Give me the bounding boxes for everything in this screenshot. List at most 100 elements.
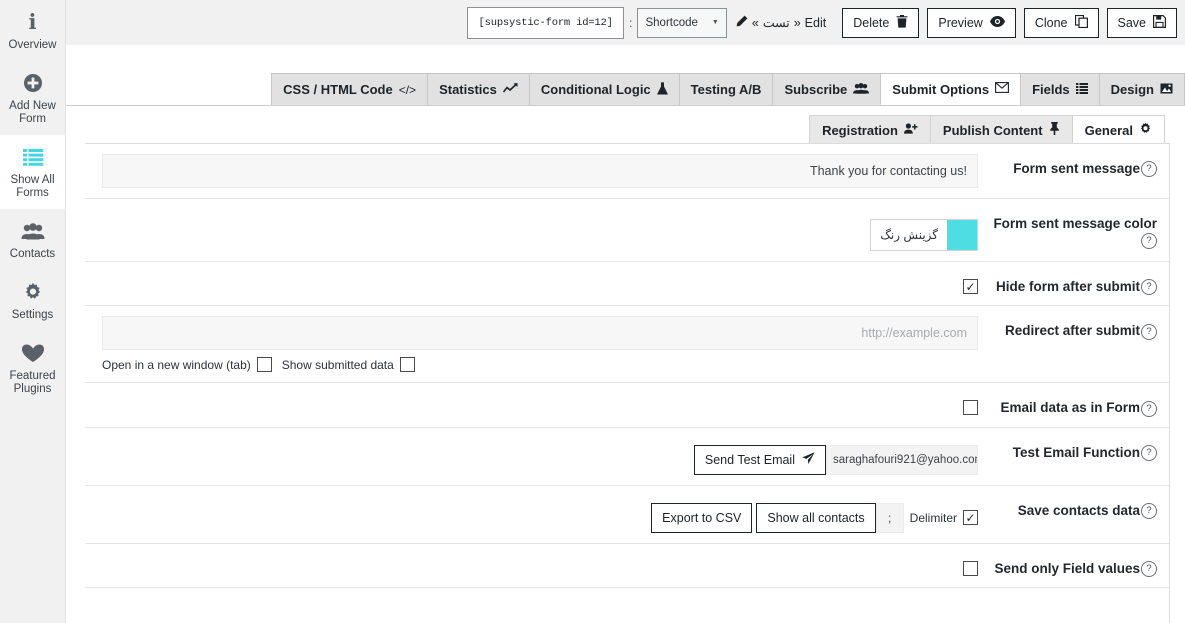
row-label-text: Form sent message color	[993, 216, 1157, 231]
option-open-new-window[interactable]: Open in a new window (tab)	[102, 357, 272, 373]
row-field: Export to CSV Show all contacts ; Delimi…	[85, 496, 984, 533]
row-field	[85, 554, 984, 576]
list-icon	[1075, 82, 1088, 97]
test-email-input[interactable]: saraghafouri921@yahoo.com	[826, 444, 978, 475]
show-submitted-data-checkbox[interactable]	[399, 357, 415, 373]
color-picker-button[interactable]: گزینش رنگ	[871, 220, 947, 250]
user-plus-icon	[903, 123, 918, 137]
tab-design[interactable]: Design	[1098, 73, 1185, 105]
tab-testing-ab[interactable]: Testing A/B	[678, 73, 774, 105]
help-icon[interactable]: ?	[1141, 561, 1157, 578]
list-icon	[22, 144, 43, 170]
tab-label: Testing A/B	[690, 82, 762, 97]
row-label-text: Save contacts data	[1017, 502, 1140, 518]
sidebar-item-overview[interactable]: ℹ Overview	[0, 0, 65, 61]
top-toolbar: [supsystic-form id=12] : Shortcode ▼ Edi…	[65, 0, 1185, 45]
tab-fields[interactable]: Fields	[1020, 73, 1100, 105]
tab-subscribe[interactable]: Subscribe	[772, 73, 882, 105]
clone-button-label: Clone	[1034, 15, 1068, 30]
gear-icon	[23, 279, 43, 305]
main-tabs: CSS / HTML Code </> Statistics Condition…	[65, 73, 1185, 106]
sidebar-item-label: Featured Plugins	[9, 370, 56, 395]
sidebar-item-settings[interactable]: Settings	[0, 270, 65, 331]
chevron-down-icon: ▼	[711, 19, 719, 26]
row-label-text: Send only Field values	[994, 560, 1140, 576]
sidebar-item-label: Add New Form	[9, 100, 56, 125]
clone-button[interactable]: Clone	[1023, 7, 1099, 38]
submit-options-panel: Form sent message? !Thank you for contac…	[85, 143, 1170, 623]
show-all-contacts-button[interactable]: Show all contacts	[756, 502, 876, 533]
help-icon[interactable]: ?	[1141, 503, 1157, 520]
redirect-sub-options: Open in a new window (tab) Show submitte…	[102, 357, 978, 373]
users-icon	[853, 82, 870, 97]
sidebar-item-add-new-form[interactable]: Add New Form	[0, 61, 65, 135]
quote-close: »	[751, 15, 759, 30]
tab-statistics[interactable]: Statistics	[427, 73, 530, 105]
sidebar-item-contacts[interactable]: Contacts	[0, 209, 65, 270]
send-icon	[802, 452, 815, 467]
subtab-label: Registration	[822, 122, 898, 138]
subtab-registration[interactable]: Registration	[809, 115, 931, 144]
row-label: Form sent message color?	[984, 209, 1169, 250]
tab-submit-options[interactable]: Submit Options	[880, 73, 1022, 105]
pencil-icon[interactable]	[735, 15, 748, 31]
delete-button[interactable]: Delete	[842, 7, 920, 38]
open-new-window-checkbox[interactable]	[256, 357, 272, 373]
help-icon[interactable]: ?	[1141, 323, 1157, 340]
tab-label: Submit Options	[892, 81, 990, 97]
help-icon[interactable]: ?	[1141, 279, 1157, 296]
shortcode-value[interactable]: [supsystic-form id=12]	[467, 6, 625, 39]
row-label-text: Hide form after submit	[995, 279, 1140, 294]
save-contacts-checkbox[interactable]: ✓	[963, 510, 978, 526]
email-data-as-in-form-checkbox[interactable]	[963, 400, 978, 416]
tab-label: Subscribe	[784, 82, 848, 97]
subtab-general[interactable]: General	[1071, 115, 1165, 144]
subtab-publish-content[interactable]: Publish Content	[929, 115, 1073, 144]
row-label-text: Test Email Function	[1012, 444, 1140, 460]
sidebar-item-featured-plugins[interactable]: Featured Plugins	[0, 331, 65, 405]
row-form-sent-message: Form sent message? !Thank you for contac…	[85, 144, 1169, 199]
content-canvas: CSS / HTML Code </> Statistics Condition…	[65, 45, 1185, 623]
redirect-url-input[interactable]: http://example.com	[102, 316, 978, 351]
save-icon	[1153, 14, 1166, 31]
image-icon	[1160, 83, 1173, 97]
tab-css-html-code[interactable]: CSS / HTML Code </>	[271, 73, 429, 105]
tab-label: Fields	[1032, 82, 1070, 97]
help-icon[interactable]: ?	[1141, 161, 1157, 178]
option-open-new-window-label: Open in a new window (tab)	[102, 357, 251, 372]
export-to-csv-button[interactable]: Export to CSV	[651, 502, 753, 533]
row-send-only-field-values: Send only Field values?	[85, 544, 1169, 589]
tab-label: Design	[1110, 82, 1154, 97]
row-label: Redirect after submit?	[984, 316, 1169, 340]
envelope-icon	[995, 82, 1010, 96]
shortcode-select[interactable]: Shortcode ▼	[637, 7, 727, 38]
send-test-email-button[interactable]: Send Test Email	[693, 444, 826, 475]
subtab-label: Publish Content	[942, 122, 1043, 138]
help-icon[interactable]: ?	[1141, 400, 1157, 417]
form-sent-message-input[interactable]: !Thank you for contacting us	[102, 154, 978, 188]
gear-icon	[1139, 122, 1152, 138]
row-field: گزینش رنگ	[85, 209, 984, 251]
tab-conditional-logic[interactable]: Conditional Logic	[528, 73, 680, 105]
row-email-data-as-in-form: Email data as in Form?	[85, 383, 1169, 428]
tab-label: Conditional Logic	[540, 82, 651, 97]
help-icon[interactable]: ?	[1141, 233, 1157, 250]
chart-line-icon	[502, 82, 518, 97]
hide-form-checkbox[interactable]: ✓	[963, 279, 978, 294]
edit-form-name[interactable]: Edit « تست »	[727, 15, 834, 31]
row-redirect-after-submit: Redirect after submit? http://example.co…	[85, 306, 1169, 384]
send-only-field-values-checkbox[interactable]	[963, 560, 978, 576]
color-swatch[interactable]	[947, 220, 977, 250]
row-field: http://example.com Open in a new window …	[85, 316, 984, 373]
subtab-label: General	[1084, 122, 1133, 138]
sidebar-item-show-all-forms[interactable]: Show All Forms	[0, 135, 65, 209]
delimiter-input[interactable]: ;	[875, 502, 904, 533]
option-show-submitted-data[interactable]: Show submitted data	[281, 357, 415, 373]
send-test-email-label: Send Test Email	[704, 452, 795, 467]
sidebar: ℹ Overview Add New Form Show All Forms C…	[0, 0, 66, 623]
pin-icon	[1049, 122, 1060, 138]
save-button[interactable]: Save	[1106, 7, 1177, 38]
help-icon[interactable]: ?	[1141, 445, 1157, 462]
option-show-submitted-data-label: Show submitted data	[281, 357, 394, 372]
preview-button[interactable]: Preview	[927, 7, 1016, 38]
